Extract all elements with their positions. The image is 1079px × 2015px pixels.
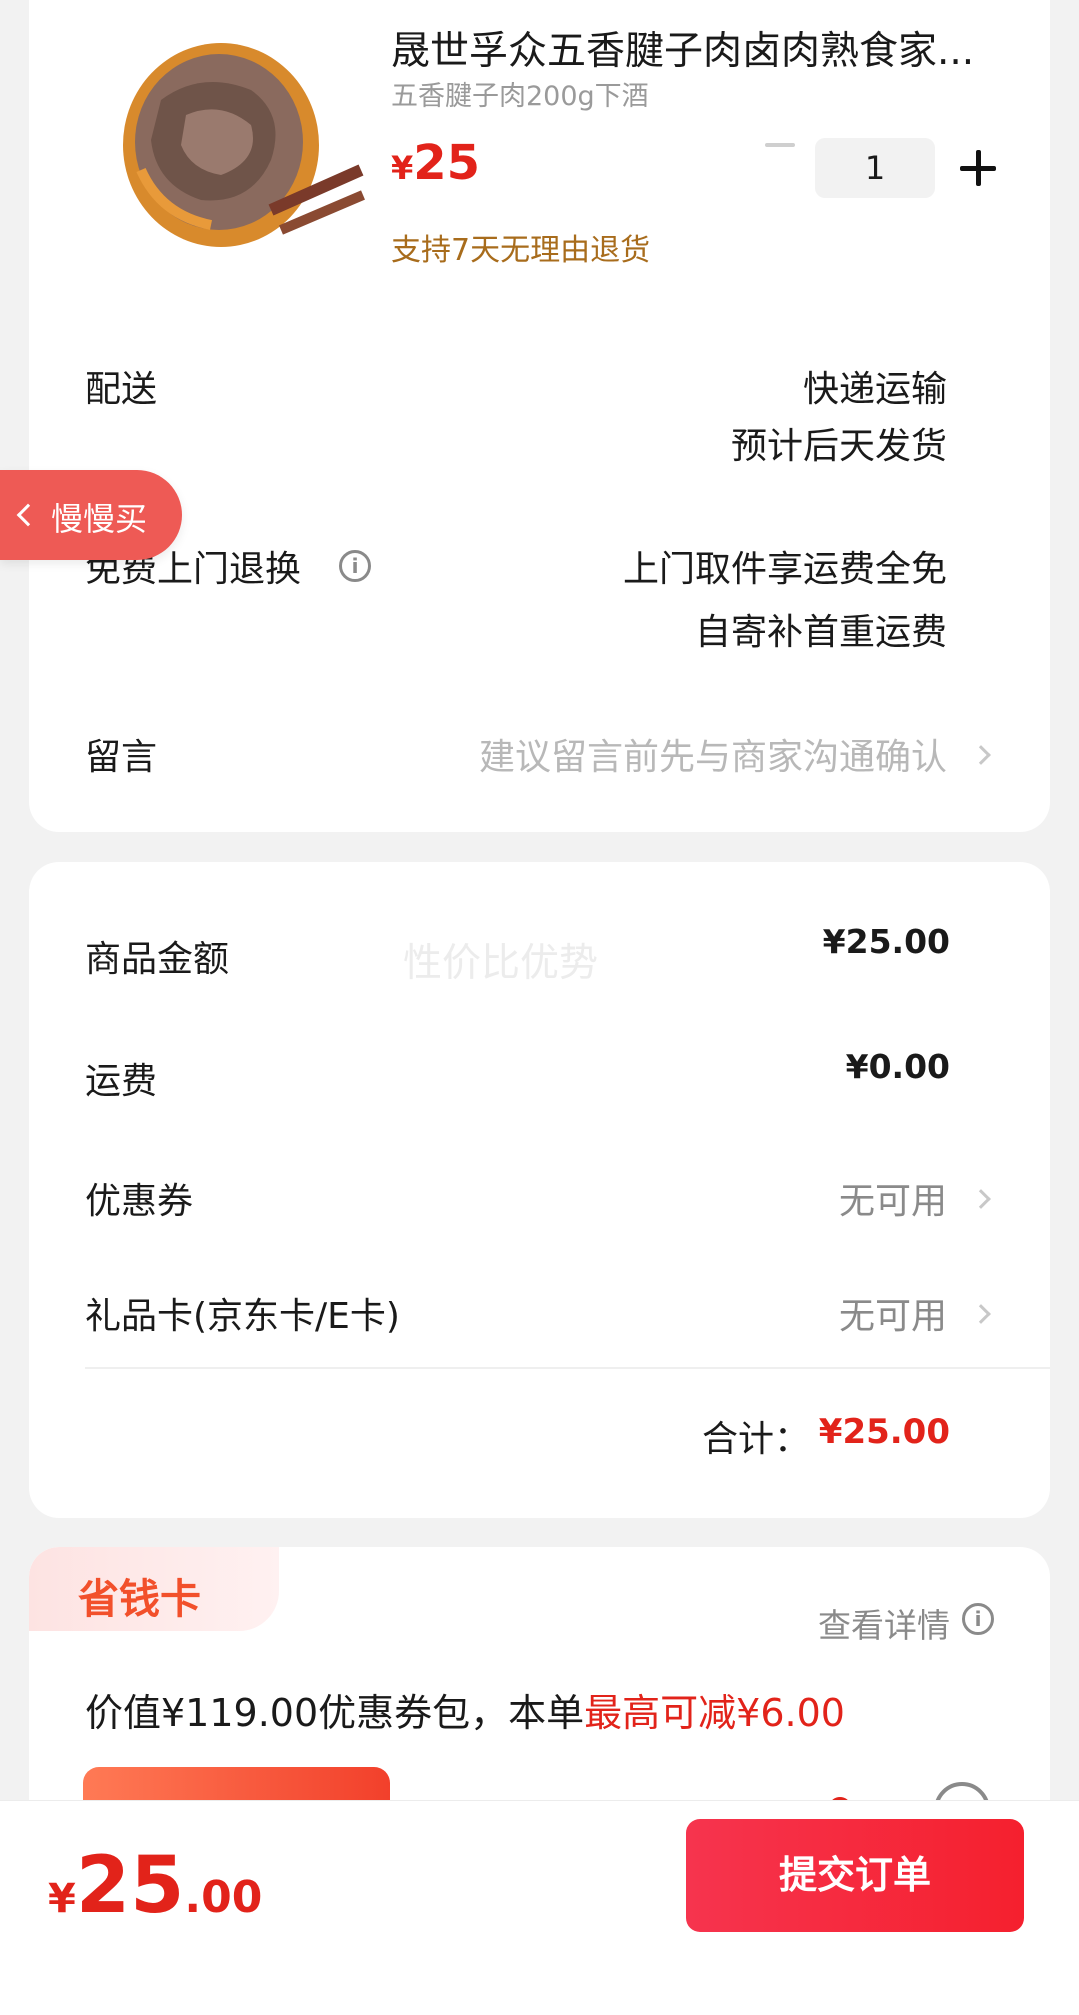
product-spec[interactable]: 五香腱子肉200g下酒 xyxy=(391,74,649,113)
chevron-left-icon xyxy=(16,503,40,527)
shipping-value: ¥0.00 xyxy=(845,1047,950,1086)
coupon-value[interactable]: 无可用 xyxy=(839,1172,947,1224)
saver-description: 价值¥119.00优惠券包，本单最高可减¥6.00 xyxy=(85,1682,845,1737)
shipping-label: 运费 xyxy=(85,1061,158,1102)
delivery-label: 配送 xyxy=(85,369,158,410)
chevron-right-icon[interactable] xyxy=(971,1304,991,1324)
chevron-right-icon[interactable] xyxy=(971,745,991,765)
price-integer: 25 xyxy=(75,1841,185,1931)
free-return-line2: 自寄补首重运费 xyxy=(694,612,947,653)
minus-icon[interactable] xyxy=(757,122,803,168)
product-price: ¥25 xyxy=(391,135,480,191)
float-tag-label: 慢慢买 xyxy=(51,500,148,538)
coupon-label[interactable]: 优惠券 xyxy=(85,1172,193,1224)
giftcard-value[interactable]: 无可用 xyxy=(839,1287,947,1339)
saver-desc-prefix: 价值¥119.00优惠券包，本单 xyxy=(85,1691,585,1735)
product-title[interactable]: 晟世孚众五香腱子肉卤肉熟食家... xyxy=(391,20,1011,76)
currency-symbol: ¥ xyxy=(48,1876,76,1922)
quantity-input[interactable]: 1 xyxy=(815,138,935,198)
price-value: 25 xyxy=(413,135,481,191)
delivery-estimate: 预计后天发货 xyxy=(730,426,947,467)
product-image[interactable] xyxy=(101,20,373,272)
total-value: ¥25.00 xyxy=(818,1412,950,1452)
price-summary-card: 性价比优势 商品金额 ¥25.00 运费 ¥0.00 优惠券 无可用 礼品卡(京… xyxy=(29,862,1050,1518)
saver-desc-highlight: 最高可减¥6.00 xyxy=(584,1691,845,1735)
submit-order-button[interactable]: 提交订单 xyxy=(686,1819,1024,1932)
goods-amount-label: 商品金额 xyxy=(85,939,230,980)
message-input[interactable]: 建议留言前先与商家沟通确认 xyxy=(479,728,947,780)
price-decimal: .00 xyxy=(184,1872,263,1923)
chevron-right-icon[interactable] xyxy=(971,1189,991,1209)
giftcard-label[interactable]: 礼品卡(京东卡/E卡) xyxy=(85,1287,400,1339)
saver-card-title: 省钱卡 xyxy=(78,1575,201,1623)
goods-amount-value: ¥25.00 xyxy=(822,922,950,961)
divider xyxy=(85,1367,1050,1369)
bottom-bar: ¥25.00 提交订单 xyxy=(0,1800,1079,2015)
watermark: 性价比优势 xyxy=(403,941,599,986)
info-icon[interactable]: i xyxy=(962,1603,994,1635)
message-label: 留言 xyxy=(85,737,158,778)
bottom-total-price: ¥25.00 xyxy=(48,1841,262,1931)
product-card: 晟世孚众五香腱子肉卤肉熟食家... 五香腱子肉200g下酒 ¥25 1 支持7天… xyxy=(29,0,1050,832)
total-label: 合计： xyxy=(701,1419,810,1460)
manmanmai-float-tag[interactable]: 慢慢买 xyxy=(0,470,182,560)
plus-icon[interactable] xyxy=(955,145,1001,191)
delivery-method[interactable]: 快递运输 xyxy=(803,360,947,412)
info-icon[interactable]: i xyxy=(339,550,371,582)
currency-symbol: ¥ xyxy=(391,149,414,187)
free-return-line1: 上门取件享运费全免 xyxy=(622,549,947,590)
return-policy: 支持7天无理由退货 xyxy=(391,233,651,268)
view-details-link[interactable]: 查看详情 xyxy=(818,1599,950,1647)
